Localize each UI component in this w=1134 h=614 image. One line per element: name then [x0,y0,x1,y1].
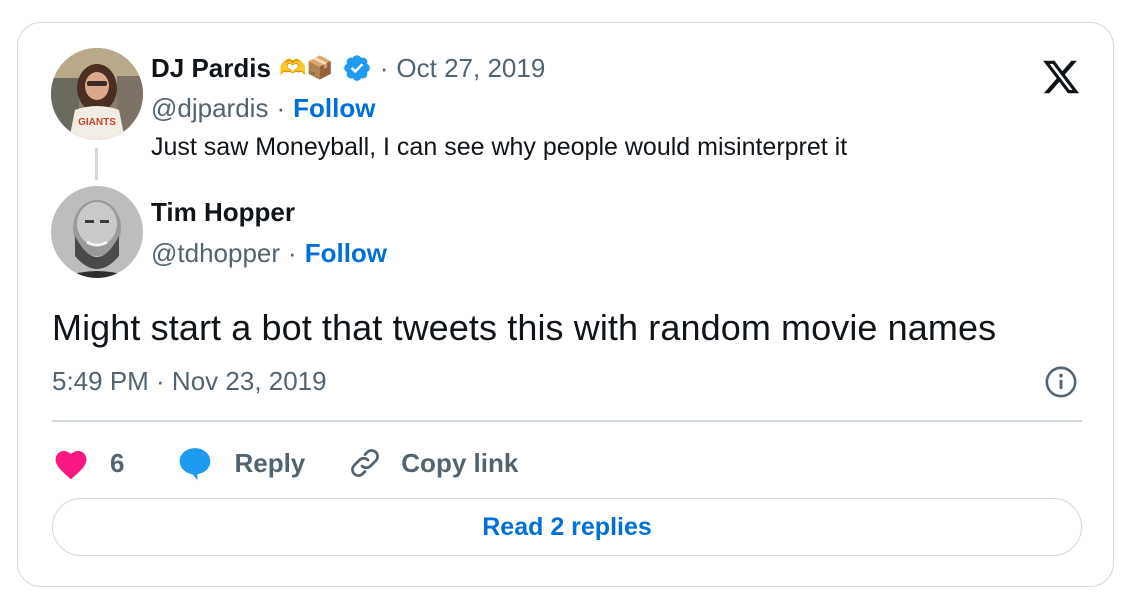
copy-link-button[interactable]: Copy link [347,445,518,481]
thread-connector-line [95,148,98,180]
reply-bubble-icon [176,445,214,481]
tweet-timestamp[interactable]: 5:49 PM · Nov 23, 2019 [52,364,327,398]
x-logo-icon[interactable] [1041,57,1081,97]
emoji-hearts-hands: 🫶📦 [278,55,334,81]
read-replies-button[interactable]: Read 2 replies [52,498,1082,556]
tweet-embed-card: GIANTS DJ Pardis 🫶📦 · Oct 27, 2019 @djpa… [17,22,1114,587]
quoted-tweet-date[interactable]: Oct 27, 2019 [396,53,545,84]
verified-badge-icon [342,53,372,83]
copy-link-label: Copy link [401,447,519,478]
author-handle[interactable]: @tdhopper [151,238,280,269]
quoted-tweet-text: Just saw Moneyball, I can see why people… [151,132,848,161]
tweet-text: Might start a bot that tweets this with … [52,307,997,348]
link-icon [347,445,383,481]
follow-button[interactable]: Follow [305,238,387,269]
like-button[interactable]: 6 [52,446,124,480]
follow-button[interactable]: Follow [293,93,375,124]
author-name[interactable]: Tim Hopper [151,197,295,228]
like-count: 6 [110,447,125,478]
separator-dot: · [276,92,286,123]
author-name[interactable]: DJ Pardis [151,53,271,84]
author-handle[interactable]: @djpardis [151,93,268,124]
info-icon[interactable] [1044,365,1078,399]
reply-button[interactable]: Reply [176,445,305,481]
separator-dot: · [379,52,389,83]
avatar-tdhopper[interactable] [51,186,143,278]
divider [52,420,1082,422]
separator-dot: · [288,237,297,268]
avatar-djpardis[interactable]: GIANTS [51,48,143,140]
reply-label: Reply [234,447,306,478]
heart-icon [52,446,90,480]
svg-text:GIANTS: GIANTS [78,117,116,128]
